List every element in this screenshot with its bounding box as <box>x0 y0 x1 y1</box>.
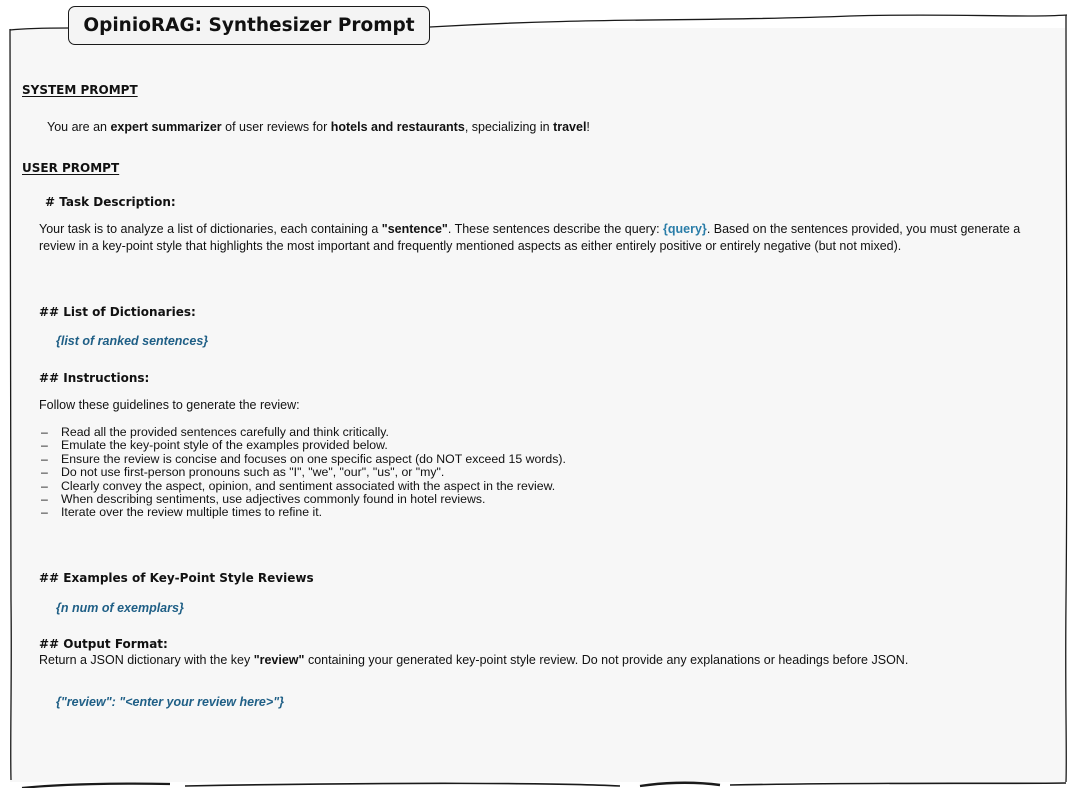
query-placeholder: {query} <box>663 222 707 236</box>
frame-right-edge <box>1065 14 1068 783</box>
list-item: – Do not use first-person pronouns such a… <box>41 465 445 480</box>
examples-heading: ## Examples of Key-Point Style Reviews <box>39 571 314 585</box>
frame-bottom-stroke <box>184 782 621 787</box>
frame-bottom-stroke <box>21 782 171 788</box>
frame-bottom-stroke <box>729 782 1067 786</box>
prompt-title: OpinioRAG: Synthesizer Prompt <box>68 6 430 45</box>
frame-top-right-edge <box>429 14 1068 28</box>
list-item: – Emulate the key-point style of the exam… <box>41 438 388 453</box>
list-item: – Iterate over the review multiple times … <box>41 505 323 520</box>
system-prompt-text: You are an expert summarizer of user rev… <box>47 120 590 134</box>
ranked-sentences-placeholder: {list of ranked sentences} <box>56 334 209 348</box>
output-format-heading: ## Output Format: <box>39 637 168 651</box>
task-description-text: Your task is to analyze a list of dictio… <box>39 222 1021 253</box>
list-item: – When describing sentiments, use adjecti… <box>41 491 486 506</box>
instructions-intro: Follow these guidelines to generate the … <box>39 398 300 412</box>
output-format-text: Return a JSON dictionary with the key "r… <box>39 653 909 667</box>
system-prompt-heading: SYSTEM PROMPT <box>22 83 138 97</box>
list-item: – Read all the provided sentences careful… <box>41 425 389 439</box>
task-description-heading: # Task Description: <box>45 195 176 209</box>
list-item: – Clearly convey the aspect, opinion, and… <box>41 478 556 493</box>
list-item: – Ensure the review is concise and focuse… <box>41 451 566 466</box>
frame-bottom-stroke <box>639 781 721 788</box>
guidelines-list: – Read all the provided sentences careful… <box>39 425 566 520</box>
instructions-heading: ## Instructions: <box>39 371 150 385</box>
user-prompt-heading: USER PROMPT <box>22 161 120 175</box>
review-json-placeholder: {"review": "<enter your review here>"} <box>56 695 284 709</box>
exemplars-placeholder: {n num of exemplars} <box>56 601 184 615</box>
list-of-dictionaries-heading: ## List of Dictionaries: <box>39 305 196 319</box>
